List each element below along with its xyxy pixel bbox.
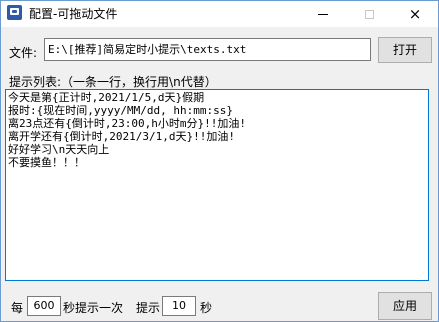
interval-suffix-label: 秒提示一次 [63,301,124,315]
tip-duration-input[interactable]: 10 [162,296,196,316]
tip-line: 离开学还有{倒计时,2021/3/1,d天}!!加油! [8,130,235,143]
tip-line: 离23点还有{倒计时,23:00,h小时m分}!!加油! [8,117,246,130]
interval-seconds-input[interactable]: 600 [27,296,61,316]
tip-line: 今天是第{正计时,2021/1/5,d天}假期 [8,91,205,104]
tips-list-textarea[interactable]: 今天是第{正计时,2021/1/5,d天}假期 报时:{现在时间,yyyy/MM… [5,89,429,281]
file-path-input[interactable]: E:\[推荐]简易定时小提示\texts.txt [44,38,371,61]
config-window: 配置-可拖动文件 × 文件: E:\[推荐]简易定时小提示\texts.txt … [0,0,439,322]
maximize-icon [364,9,374,19]
minimize-button[interactable] [300,1,346,27]
close-button[interactable]: × [392,1,438,27]
app-icon [7,5,22,20]
file-label: 文件: [9,46,38,60]
interval-prefix-label: 每 [11,301,24,315]
tip-line: 好好学习\n天天向上 [8,143,110,156]
tip-line: 不要摸鱼！！！ [8,156,85,169]
minimize-icon [318,13,328,15]
open-button[interactable]: 打开 [378,37,432,63]
tip-duration-label: 提示 [136,301,161,315]
tip-duration-suffix-label: 秒 [200,301,213,315]
window-title: 配置-可拖动文件 [29,7,118,21]
tip-line: 报时:{现在时间,yyyy/MM/dd, hh:mm:ss} [8,104,233,117]
title-bar[interactable]: 配置-可拖动文件 × [1,1,438,27]
tips-list-label: 提示列表:（一条一行，换行用\n代替） [9,75,217,89]
maximize-button [346,1,392,27]
close-icon: × [408,4,422,23]
apply-button[interactable]: 应用 [378,292,432,320]
